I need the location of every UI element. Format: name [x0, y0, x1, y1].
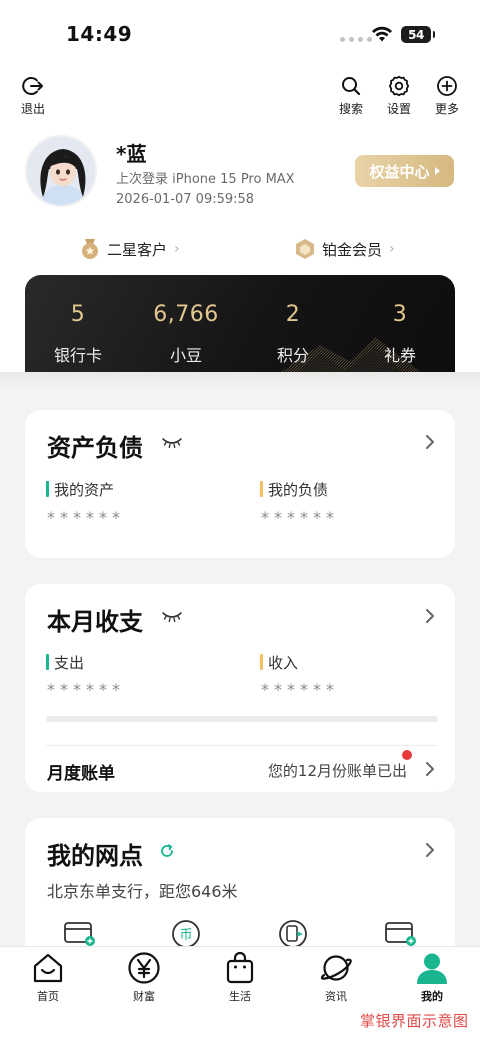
- battery-level: 54: [408, 27, 424, 42]
- my-branch-card[interactable]: 我的网点 北京东单支行，距您646米 币: [25, 818, 455, 958]
- last-login-device: 上次登录 iPhone 15 Pro MAX: [116, 172, 295, 187]
- settings-button[interactable]: 设置: [377, 75, 421, 117]
- customer-level-link[interactable]: 二星客户 ›: [80, 238, 180, 260]
- nav-news[interactable]: 资讯: [296, 951, 376, 1004]
- chevron-right-icon[interactable]: [425, 842, 435, 858]
- play-arrow-icon: [434, 167, 440, 175]
- chevron-right-icon: ›: [389, 241, 395, 257]
- nav-mine[interactable]: 我的: [392, 951, 472, 1004]
- header-fade: [0, 372, 480, 392]
- income-label: 收入: [260, 652, 298, 673]
- chevron-right-icon: ›: [174, 241, 180, 257]
- stats-card: 5 银行卡 6,766 小豆 2 积分 3 礼券: [25, 275, 455, 383]
- svg-text:币: 币: [179, 928, 192, 943]
- status-bar: 14:49 54: [0, 0, 480, 60]
- member-level-label: 铂金会员: [322, 240, 383, 259]
- my-assets-label: 我的资产: [46, 479, 114, 500]
- assets-card-title: 资产负债: [47, 434, 143, 462]
- nav-life-label: 生活: [229, 990, 251, 1003]
- signal-dots-icon: [340, 37, 372, 42]
- refresh-icon[interactable]: [159, 843, 175, 859]
- my-liabilities-label: 我的负债: [260, 479, 328, 500]
- stat-coupons[interactable]: 3 礼券: [350, 302, 450, 366]
- stat-label: 小豆: [169, 346, 202, 365]
- coin-icon[interactable]: 币: [170, 918, 204, 948]
- stat-label: 礼券: [383, 346, 416, 365]
- customer-level-label: 二星客户: [107, 240, 168, 259]
- logout-icon: [22, 77, 43, 95]
- nav-wealth[interactable]: 财富: [104, 951, 184, 1004]
- notification-dot: [402, 750, 412, 760]
- branch-card-title: 我的网点: [47, 842, 143, 870]
- nav-wealth-label: 财富: [133, 990, 155, 1003]
- chevron-right-icon[interactable]: [425, 608, 435, 624]
- logout-label: 退出: [20, 102, 45, 116]
- nav-home-label: 首页: [37, 990, 59, 1003]
- person-icon: [417, 953, 447, 984]
- stat-value: 2: [285, 302, 301, 327]
- expense-label: 支出: [46, 652, 84, 673]
- stat-points[interactable]: 2 积分: [243, 302, 343, 366]
- user-name: *蓝: [116, 142, 147, 166]
- logout-button[interactable]: 退出: [11, 75, 55, 117]
- more-button[interactable]: 更多: [425, 75, 469, 117]
- search-button[interactable]: 搜索: [329, 75, 373, 117]
- wifi-icon: [372, 26, 392, 42]
- member-level-link[interactable]: 铂金会员 ›: [295, 238, 395, 260]
- yen-icon: [128, 952, 160, 984]
- more-label: 更多: [434, 102, 459, 116]
- monthly-bill-title[interactable]: 月度账单: [47, 759, 115, 784]
- rights-center-button[interactable]: 权益中心: [355, 155, 454, 187]
- stat-bank-cards[interactable]: 5 银行卡: [28, 302, 128, 366]
- plus-circle-icon: [437, 76, 457, 96]
- nav-home[interactable]: 首页: [8, 951, 88, 1004]
- stat-value: 5: [70, 302, 86, 327]
- my-assets-value: ******: [47, 508, 125, 527]
- monthly-card-title: 本月收支: [47, 608, 143, 636]
- watermark-caption: 掌银界面示意图: [360, 1012, 469, 1030]
- shopping-bag-icon: [226, 951, 254, 984]
- nav-life[interactable]: 生活: [200, 951, 280, 1004]
- branch-address: 北京东单支行，距您646米: [47, 882, 238, 901]
- card-service-icon[interactable]: [63, 918, 97, 948]
- nav-mine-label: 我的: [421, 990, 443, 1003]
- expense-value: ******: [47, 680, 125, 699]
- stat-label: 银行卡: [53, 346, 102, 365]
- stat-beans[interactable]: 6,766 小豆: [136, 302, 236, 366]
- monthly-bill-status[interactable]: 您的12月份账单已出: [268, 760, 407, 781]
- chevron-right-icon[interactable]: [425, 761, 435, 777]
- search-label: 搜索: [338, 102, 363, 116]
- stat-value: 3: [392, 302, 408, 327]
- gear-icon: [388, 75, 410, 97]
- planet-icon: [320, 955, 352, 981]
- divider: [46, 745, 438, 746]
- status-time: 14:49: [66, 22, 133, 46]
- card-service-icon[interactable]: [384, 918, 418, 948]
- home-icon: [33, 953, 63, 983]
- stat-value: 6,766: [153, 302, 219, 327]
- medal-icon: [82, 239, 98, 259]
- monthly-budget-card[interactable]: 本月收支 支出 ****** 收入 ****** 月度账单 您的12月份账单已出: [25, 584, 455, 792]
- budget-progress-bar: [46, 716, 438, 722]
- mobile-service-icon[interactable]: [277, 918, 311, 948]
- eye-closed-icon[interactable]: [162, 437, 182, 449]
- diamond-badge-icon: [296, 239, 314, 259]
- nav-news-label: 资讯: [325, 990, 347, 1003]
- assets-liabilities-card[interactable]: 资产负债 我的资产 ****** 我的负债 ******: [25, 410, 455, 558]
- battery-icon: 54: [401, 26, 435, 43]
- rights-center-label: 权益中心: [369, 162, 430, 181]
- search-icon: [342, 77, 361, 96]
- avatar[interactable]: [25, 135, 97, 207]
- stat-label: 积分: [276, 346, 309, 365]
- last-login-time: 2026-01-07 09:59:58: [116, 192, 255, 207]
- income-value: ******: [261, 680, 339, 699]
- settings-label: 设置: [386, 102, 411, 116]
- eye-closed-icon[interactable]: [162, 611, 182, 623]
- my-liabilities-value: ******: [261, 508, 339, 527]
- chevron-right-icon[interactable]: [425, 434, 435, 450]
